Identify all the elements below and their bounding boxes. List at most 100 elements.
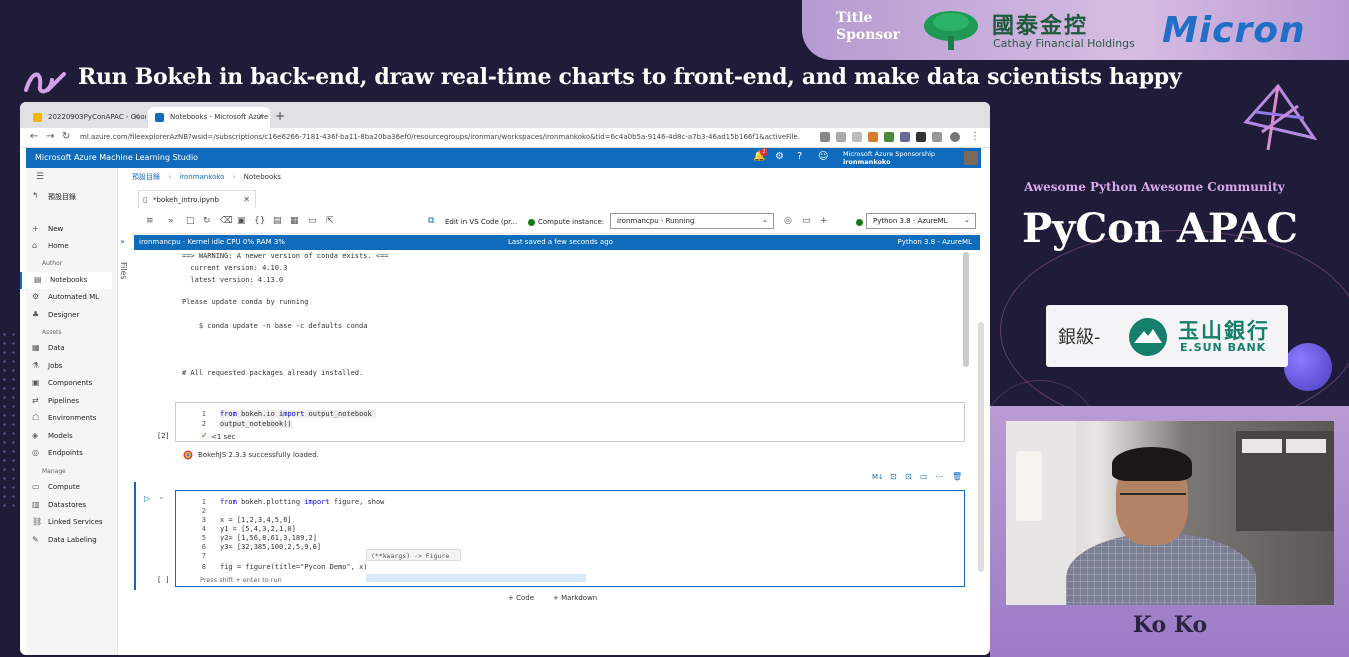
run-above-icon[interactable]: ⊡: [890, 472, 897, 481]
compute-status-icon: [528, 219, 535, 226]
extension-icon[interactable]: [820, 132, 830, 142]
expand-icon[interactable]: »: [120, 237, 125, 246]
account-info[interactable]: Microsoft Azure Sponsorship ironmankoko: [843, 150, 935, 166]
sidebar-item-jobs[interactable]: ⚗ Jobs: [20, 358, 112, 375]
bokeh-loaded-message: BokehJS 2.3.3 successfully loaded.: [198, 451, 319, 459]
compute-details-icon[interactable]: ◎: [784, 216, 792, 226]
sidebar-item-endpoints[interactable]: ◎ Endpoints: [20, 445, 112, 462]
profile-icon[interactable]: [950, 132, 960, 142]
output-line: $ conda update -n base -c defaults conda: [182, 322, 368, 330]
sidebar-item-models[interactable]: ◈ Models: [20, 428, 112, 445]
feedback-icon[interactable]: ☺: [818, 151, 828, 162]
code-cell[interactable]: [175, 402, 965, 442]
terminal-icon[interactable]: ▭: [802, 216, 811, 226]
star-icon[interactable]: [852, 132, 862, 142]
extension-icon[interactable]: [900, 132, 910, 142]
extension-icon[interactable]: [884, 132, 894, 142]
comment-icon[interactable]: ▭: [308, 216, 317, 226]
kernel-select[interactable]: Python 3.8 - AzureML ⌄: [866, 213, 976, 229]
run-cell-icon[interactable]: ▷: [144, 494, 150, 503]
add-markdown-cell-button[interactable]: + Markdown: [553, 594, 597, 602]
files-panel-toggle[interactable]: Files: [119, 262, 128, 280]
notebook-icon: ▤: [34, 275, 42, 284]
close-icon[interactable]: ✕: [257, 112, 264, 121]
more-icon[interactable]: ⋯: [935, 472, 943, 481]
sidebar-item-environments[interactable]: ☖ Environments: [20, 410, 112, 427]
event-tagline: Awesome Python Awesome Community: [1024, 180, 1285, 194]
browser-tab-notebooks[interactable]: Notebooks - Microsoft Azure M ✕: [148, 107, 270, 128]
markdown-toggle-icon[interactable]: M↓: [872, 473, 884, 481]
autocomplete-suggestion[interactable]: [366, 574, 586, 582]
code-line: from bokeh.io import output_notebook: [220, 410, 376, 418]
line-number: 1: [201, 410, 206, 418]
add-compute-icon[interactable]: +: [820, 216, 828, 226]
code-line: y3= [32,385,100,2,5,9,6]: [220, 543, 322, 551]
run-all-icon[interactable]: »: [168, 216, 174, 226]
signature-tooltip: (**kwargs) -> Figure: [366, 549, 461, 561]
outline-icon[interactable]: ▤: [273, 216, 282, 226]
sidebar-item-linked-services[interactable]: ⛓ Linked Services: [20, 514, 112, 531]
cathay-chinese-name: 國泰金控: [992, 14, 1089, 39]
plus-icon: +: [32, 224, 39, 233]
sidebar-item-datastores[interactable]: ▥ Datastores: [20, 497, 112, 514]
line-number: 5: [201, 534, 206, 542]
puzzle-icon[interactable]: [932, 132, 942, 142]
avatar[interactable]: [964, 151, 978, 165]
notebook-scrollbar[interactable]: [978, 322, 984, 572]
azure-studio-title[interactable]: Microsoft Azure Machine Learning Studio: [35, 153, 198, 162]
browser-tab-slides[interactable]: 20220903PyConAPAC - Goog ✕: [26, 107, 146, 128]
edit-in-vscode-button[interactable]: Edit in VS Code (pr...: [445, 218, 517, 226]
breadcrumb: 預設目錄 › ironmankoko › Notebooks: [132, 173, 281, 181]
sidebar-item-compute[interactable]: ▭ Compute: [20, 479, 112, 496]
compute-instance-select[interactable]: ironmancpu - Running ⌄: [610, 213, 774, 229]
chevron-down-icon[interactable]: ⌄: [158, 492, 165, 501]
line-number: 7: [201, 552, 206, 560]
close-icon[interactable]: ✕: [243, 195, 250, 204]
reload-icon[interactable]: ↻: [62, 131, 70, 142]
forward-icon[interactable]: →: [46, 131, 54, 142]
breadcrumb-root[interactable]: 預設目錄: [132, 173, 160, 181]
breadcrumb-user[interactable]: ironmankoko: [179, 173, 224, 181]
back-icon[interactable]: ←: [30, 131, 38, 142]
sidebar-item-home[interactable]: ⌂ Home: [20, 238, 112, 255]
url-bar[interactable]: ml.azure.com/fileexplorerAzNB?wsid=/subs…: [80, 131, 800, 145]
gear-icon[interactable]: ⚙: [775, 151, 784, 162]
new-tab-button[interactable]: +: [275, 109, 285, 123]
sidebar-item-directory[interactable]: ↰ 預設目錄: [20, 188, 112, 205]
sidebar-item-data-labeling[interactable]: ✎ Data Labeling: [20, 532, 112, 549]
silver-sponsor-label: 銀級-: [1058, 327, 1101, 348]
help-icon[interactable]: ?: [797, 151, 802, 162]
notebook-file-tab[interactable]: ▯ *bokeh_intro.ipynb ✕: [138, 190, 256, 208]
save-icon[interactable]: ▣: [237, 216, 246, 226]
sidebar-item-automated-ml[interactable]: ⚙ Automated ML: [20, 289, 112, 306]
share-icon[interactable]: [836, 132, 846, 142]
menu-icon[interactable]: ≡: [146, 216, 154, 226]
sidebar-item-notebooks[interactable]: ▤ Notebooks: [20, 272, 112, 289]
delete-icon[interactable]: 🗑: [952, 472, 962, 481]
variables-icon[interactable]: {}: [254, 216, 265, 226]
sidebar-item-new[interactable]: + New: [20, 221, 112, 238]
components-icon: ▣: [32, 378, 40, 387]
cathay-english-name: Cathay Financial Holdings: [993, 37, 1135, 50]
extension-icon[interactable]: [916, 132, 926, 142]
sidebar-item-pipelines[interactable]: ⇄ Pipelines: [20, 393, 112, 410]
restart-icon[interactable]: ↻: [203, 216, 211, 226]
comment-icon[interactable]: ▭: [920, 472, 928, 481]
run-below-icon[interactable]: ⊡: [905, 472, 912, 481]
sidebar-item-designer[interactable]: ♣ Designer: [20, 307, 112, 324]
menu-icon[interactable]: ⋮: [970, 131, 980, 142]
clear-icon[interactable]: ⌫: [220, 216, 233, 226]
hamburger-icon[interactable]: ☰: [36, 172, 44, 182]
close-icon[interactable]: ✕: [133, 112, 140, 121]
share-icon[interactable]: ⇱: [326, 216, 334, 226]
sidebar-item-data[interactable]: ▦ Data: [20, 340, 112, 357]
sidebar-section-manage: Manage: [42, 468, 66, 475]
extension-icon[interactable]: [868, 132, 878, 142]
add-code-cell-button[interactable]: + Code: [508, 594, 534, 602]
speaker-video: [1006, 421, 1334, 605]
sidebar-item-components[interactable]: ▣ Components: [20, 375, 112, 392]
stop-icon[interactable]: □: [186, 216, 195, 226]
decorative-sphere: [1284, 343, 1332, 391]
output-scrollbar[interactable]: [963, 252, 969, 367]
table-icon[interactable]: ▦: [290, 216, 299, 226]
